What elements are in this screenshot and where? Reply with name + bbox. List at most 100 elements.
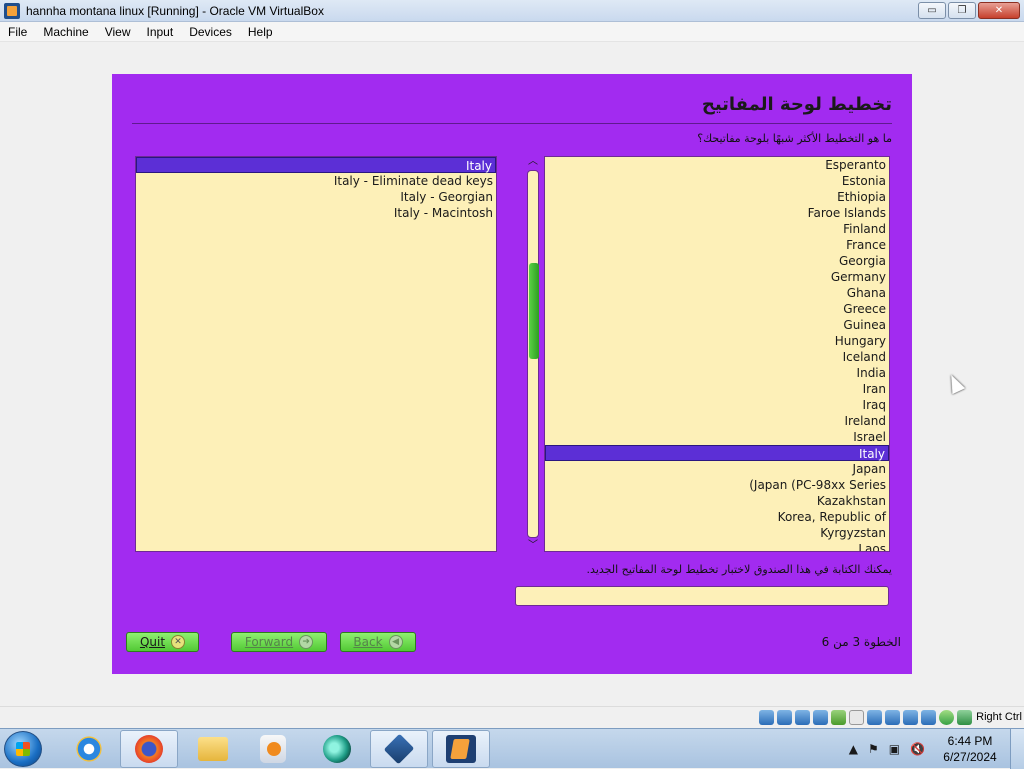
page-title: تخطيط لوحة المفاتيح xyxy=(701,94,892,115)
system-tray: ▲ ⚑ ▣ 🔇 6:44 PM 6/27/2024 xyxy=(844,729,1024,769)
list-item[interactable]: Kyrgyzstan xyxy=(545,525,889,541)
back-button[interactable]: Back ◀ xyxy=(340,632,416,652)
minimize-button[interactable]: ▭ xyxy=(918,2,946,19)
keyboard-capture-icon[interactable] xyxy=(957,710,972,725)
scroll-up-arrow-icon[interactable]: ︿ xyxy=(526,156,540,168)
list-item[interactable]: Italy xyxy=(136,157,496,173)
network-tray-icon[interactable]: ▣ xyxy=(889,742,900,756)
vm-status-icons xyxy=(759,710,972,725)
list-item[interactable]: Georgia xyxy=(545,253,889,269)
list-item[interactable]: Iceland xyxy=(545,349,889,365)
recording-icon[interactable] xyxy=(885,710,900,725)
internet-explorer-icon xyxy=(75,735,103,763)
keyboard-layout-installer: تخطيط لوحة المفاتيح ما هو التخطيط الأكثر… xyxy=(112,74,912,674)
list-item[interactable]: Italy - Eliminate dead keys xyxy=(136,173,496,189)
list-item[interactable]: Germany xyxy=(545,269,889,285)
media-player-icon xyxy=(260,735,286,763)
menu-devices[interactable]: Devices xyxy=(181,25,240,39)
taskbar-firefox[interactable] xyxy=(120,730,178,768)
forward-label: Forward xyxy=(244,635,294,649)
layout-question: ما هو التخطيط الأكثر شبهًا بلوحة مفاتيحك… xyxy=(697,132,892,145)
list-item[interactable]: Ethiopia xyxy=(545,189,889,205)
close-icon: ✕ xyxy=(994,5,1004,16)
windows-taskbar: ▲ ⚑ ▣ 🔇 6:44 PM 6/27/2024 xyxy=(0,728,1024,769)
list-item[interactable]: Italy xyxy=(545,445,889,461)
keyboard-variant-list[interactable]: Italy Italy - Eliminate dead keys Italy - … xyxy=(135,156,497,552)
shared-folder-icon[interactable] xyxy=(849,710,864,725)
back-arrow-icon: ◀ xyxy=(388,635,403,649)
test-input-hint: يمكنك الكتابة في هذا الصندوق لاختبار تخط… xyxy=(586,563,892,576)
list-item[interactable]: Laos xyxy=(545,541,889,551)
taskbar-internet-explorer[interactable] xyxy=(60,730,118,768)
taskbar-virtualbox-vm[interactable] xyxy=(432,730,490,768)
network-icon[interactable] xyxy=(813,710,828,725)
scroll-down-arrow-icon[interactable]: ﹀ xyxy=(526,540,540,552)
back-label: Back xyxy=(353,635,383,649)
scroll-thumb[interactable] xyxy=(529,263,539,359)
forward-button[interactable]: Forward ➜ xyxy=(231,632,327,652)
taskbar-media-player[interactable] xyxy=(244,730,302,768)
fish-app-icon xyxy=(323,735,351,763)
list-item[interactable]: Iraq xyxy=(545,397,889,413)
menu-machine[interactable]: Machine xyxy=(35,25,96,39)
list-item[interactable]: (Japan (PC-98xx Series xyxy=(545,477,889,493)
folder-icon xyxy=(198,737,228,761)
mouse-integration-icon[interactable] xyxy=(939,710,954,725)
list-item[interactable]: Iran xyxy=(545,381,889,397)
menu-input[interactable]: Input xyxy=(139,25,182,39)
menu-view[interactable]: View xyxy=(97,25,139,39)
list-item[interactable]: India xyxy=(545,365,889,381)
window-controls: ▭ ❐ ✕ xyxy=(918,2,1020,19)
virtualbox-vm-window-icon xyxy=(446,735,476,763)
cpu-icon[interactable] xyxy=(903,710,918,725)
menu-help[interactable]: Help xyxy=(240,25,281,39)
list-item[interactable]: Ghana xyxy=(545,285,889,301)
list-item[interactable]: Faroe Islands xyxy=(545,205,889,221)
clock-time: 6:44 PM xyxy=(947,734,993,748)
volume-muted-icon[interactable]: 🔇 xyxy=(910,742,925,756)
list-item[interactable]: Estonia xyxy=(545,173,889,189)
list-item[interactable]: Italy - Macintosh xyxy=(136,205,496,221)
list-item[interactable]: Finland xyxy=(545,221,889,237)
forward-arrow-icon: ➜ xyxy=(299,635,314,649)
display-icon[interactable] xyxy=(867,710,882,725)
taskbar-fish-app[interactable] xyxy=(308,730,366,768)
scroll-track[interactable] xyxy=(527,170,539,538)
restore-button[interactable]: ❐ xyxy=(948,2,976,19)
list-item[interactable]: Italy - Georgian xyxy=(136,189,496,205)
country-list-scrollbar[interactable]: ︿ ﹀ xyxy=(526,156,540,552)
quit-button[interactable]: Quit ✕ xyxy=(126,632,199,652)
taskbar-virtualbox[interactable] xyxy=(370,730,428,768)
action-center-flag-icon[interactable]: ⚑ xyxy=(868,742,879,756)
list-item[interactable]: Esperanto xyxy=(545,157,889,173)
start-button-icon[interactable] xyxy=(4,731,42,767)
window-title-bar[interactable]: hannha montana linux [Running] - Oracle … xyxy=(0,0,1024,22)
list-item[interactable]: Japan xyxy=(545,461,889,477)
list-item[interactable]: Guinea xyxy=(545,317,889,333)
list-item[interactable]: Ireland xyxy=(545,413,889,429)
list-item[interactable]: Greece xyxy=(545,301,889,317)
host-key-label: Right Ctrl xyxy=(976,711,1022,723)
step-indicator: الخطوة 3 من 6 xyxy=(821,635,901,649)
taskbar-file-explorer[interactable] xyxy=(184,730,242,768)
list-item[interactable]: Kazakhstan xyxy=(545,493,889,509)
list-item[interactable]: Korea, Republic of xyxy=(545,509,889,525)
audio-icon[interactable] xyxy=(795,710,810,725)
menu-file[interactable]: File xyxy=(0,25,35,39)
taskbar-clock[interactable]: 6:44 PM 6/27/2024 xyxy=(930,733,1010,765)
optical-drive-icon[interactable] xyxy=(777,710,792,725)
close-button[interactable]: ✕ xyxy=(978,2,1020,19)
list-item[interactable]: Hungary xyxy=(545,333,889,349)
keyboard-country-list[interactable]: Esperanto Estonia Ethiopia Faroe Islands Fin… xyxy=(544,156,890,552)
show-desktop-button[interactable] xyxy=(1010,729,1024,769)
window-title: hannha montana linux [Running] - Oracle … xyxy=(26,3,324,18)
list-item[interactable]: Israel xyxy=(545,429,889,445)
hard-disk-icon[interactable] xyxy=(759,710,774,725)
usb-icon[interactable] xyxy=(831,710,846,725)
restore-icon: ❐ xyxy=(957,5,967,16)
keyboard-test-input[interactable] xyxy=(515,586,889,606)
quit-label: Quit xyxy=(139,635,166,649)
vt-icon[interactable] xyxy=(921,710,936,725)
list-item[interactable]: France xyxy=(545,237,889,253)
show-hidden-icons-icon[interactable]: ▲ xyxy=(849,742,858,756)
